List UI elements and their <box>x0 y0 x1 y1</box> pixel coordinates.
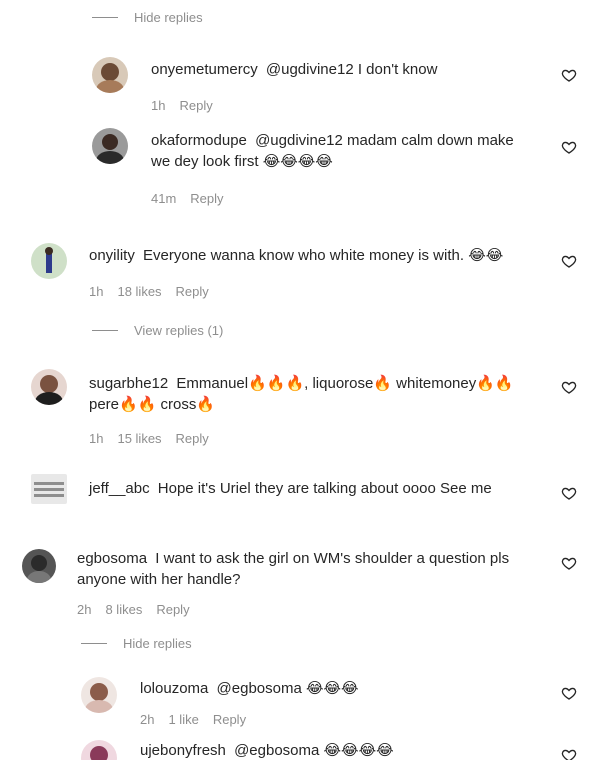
heart-outline-icon[interactable] <box>561 555 577 571</box>
comment-body: @ugdivine12 I don't know <box>265 61 438 78</box>
comment-meta: 2h 8 likes Reply <box>77 602 190 617</box>
comment-body: @egbosoma 😂😂😂😂 <box>234 742 394 759</box>
comment-username[interactable]: onyemetumercy <box>151 61 258 78</box>
comment-meta: 1h Reply <box>151 98 213 113</box>
heart-outline-icon[interactable] <box>561 67 577 83</box>
avatar[interactable] <box>81 677 117 713</box>
comment-time: 1h <box>151 98 166 113</box>
comment-body: Everyone wanna know who white money is w… <box>143 247 504 264</box>
comment-meta: 1h 18 likes Reply <box>89 284 209 299</box>
comment-time: 1h <box>89 284 104 299</box>
hide-replies-toggle[interactable]: Hide replies <box>92 10 203 25</box>
comment-body: @egbosoma 😂😂😂 <box>216 680 359 697</box>
avatar[interactable] <box>31 243 67 279</box>
hide-replies-toggle[interactable]: Hide replies <box>81 636 192 651</box>
comment-likes[interactable]: 8 likes <box>105 602 142 617</box>
reply-button[interactable]: Reply <box>213 712 246 727</box>
avatar[interactable] <box>31 369 67 405</box>
toggle-line <box>92 17 118 18</box>
hide-replies-label: Hide replies <box>134 10 203 25</box>
toggle-line <box>81 643 107 644</box>
comment-username[interactable]: jeff__abc <box>89 480 150 497</box>
comment-time: 1h <box>89 431 104 446</box>
comment-text: onyemetumercy @ugdivine12 I don't know <box>151 59 551 80</box>
avatar[interactable] <box>92 57 128 93</box>
comment-text: onyility Everyone wanna know who white m… <box>89 245 549 266</box>
comment-meta: 41m Reply <box>151 191 224 206</box>
heart-outline-icon[interactable] <box>561 685 577 701</box>
reply-button[interactable]: Reply <box>176 284 209 299</box>
comment-text: jeff__abc Hope it's Uriel they are talki… <box>89 478 549 499</box>
comment-username[interactable]: onyility <box>89 247 135 264</box>
heart-outline-icon[interactable] <box>561 379 577 395</box>
avatar[interactable] <box>92 128 128 164</box>
reply-button[interactable]: Reply <box>179 98 212 113</box>
view-replies-toggle[interactable]: View replies (1) <box>92 323 223 338</box>
comment-text: ujebonyfresh @egbosoma 😂😂😂😂 <box>140 740 540 760</box>
reply-button[interactable]: Reply <box>190 191 223 206</box>
comment-likes[interactable]: 15 likes <box>117 431 161 446</box>
comment-text: lolouzoma @egbosoma 😂😂😂 <box>140 678 540 699</box>
comment-likes[interactable]: 18 likes <box>117 284 161 299</box>
comment-text: okaformodupe @ugdivine12 madam calm down… <box>151 130 531 172</box>
comment-body: Hope it's Uriel they are talking about o… <box>157 480 492 497</box>
heart-outline-icon[interactable] <box>561 747 577 760</box>
comment-time: 2h <box>140 712 155 727</box>
reply-button[interactable]: Reply <box>176 431 209 446</box>
comment-username[interactable]: sugarbhe12 <box>89 375 168 392</box>
comment-text: egbosoma I want to ask the girl on WM's … <box>77 548 547 590</box>
avatar[interactable] <box>22 549 56 583</box>
view-replies-label: View replies (1) <box>134 323 224 338</box>
comment-text: sugarbhe12 Emmanuel🔥🔥🔥, liquorose🔥 white… <box>89 373 539 415</box>
heart-outline-icon[interactable] <box>561 139 577 155</box>
hide-replies-label: Hide replies <box>123 636 192 651</box>
comment-time: 2h <box>77 602 92 617</box>
heart-outline-icon[interactable] <box>561 485 577 501</box>
comment-username[interactable]: ujebonyfresh <box>140 742 226 759</box>
reply-button[interactable]: Reply <box>156 602 189 617</box>
comment-username[interactable]: okaformodupe <box>151 132 247 149</box>
avatar[interactable] <box>31 474 67 504</box>
comment-time: 41m <box>151 191 177 206</box>
comment-likes[interactable]: 1 like <box>168 712 198 727</box>
comment-meta: 2h 1 like Reply <box>140 712 246 727</box>
comment-username[interactable]: egbosoma <box>77 550 147 567</box>
avatar[interactable] <box>81 740 117 760</box>
toggle-line <box>92 330 118 331</box>
heart-outline-icon[interactable] <box>561 253 577 269</box>
comment-meta: 1h 15 likes Reply <box>89 431 209 446</box>
comment-username[interactable]: lolouzoma <box>140 680 208 697</box>
